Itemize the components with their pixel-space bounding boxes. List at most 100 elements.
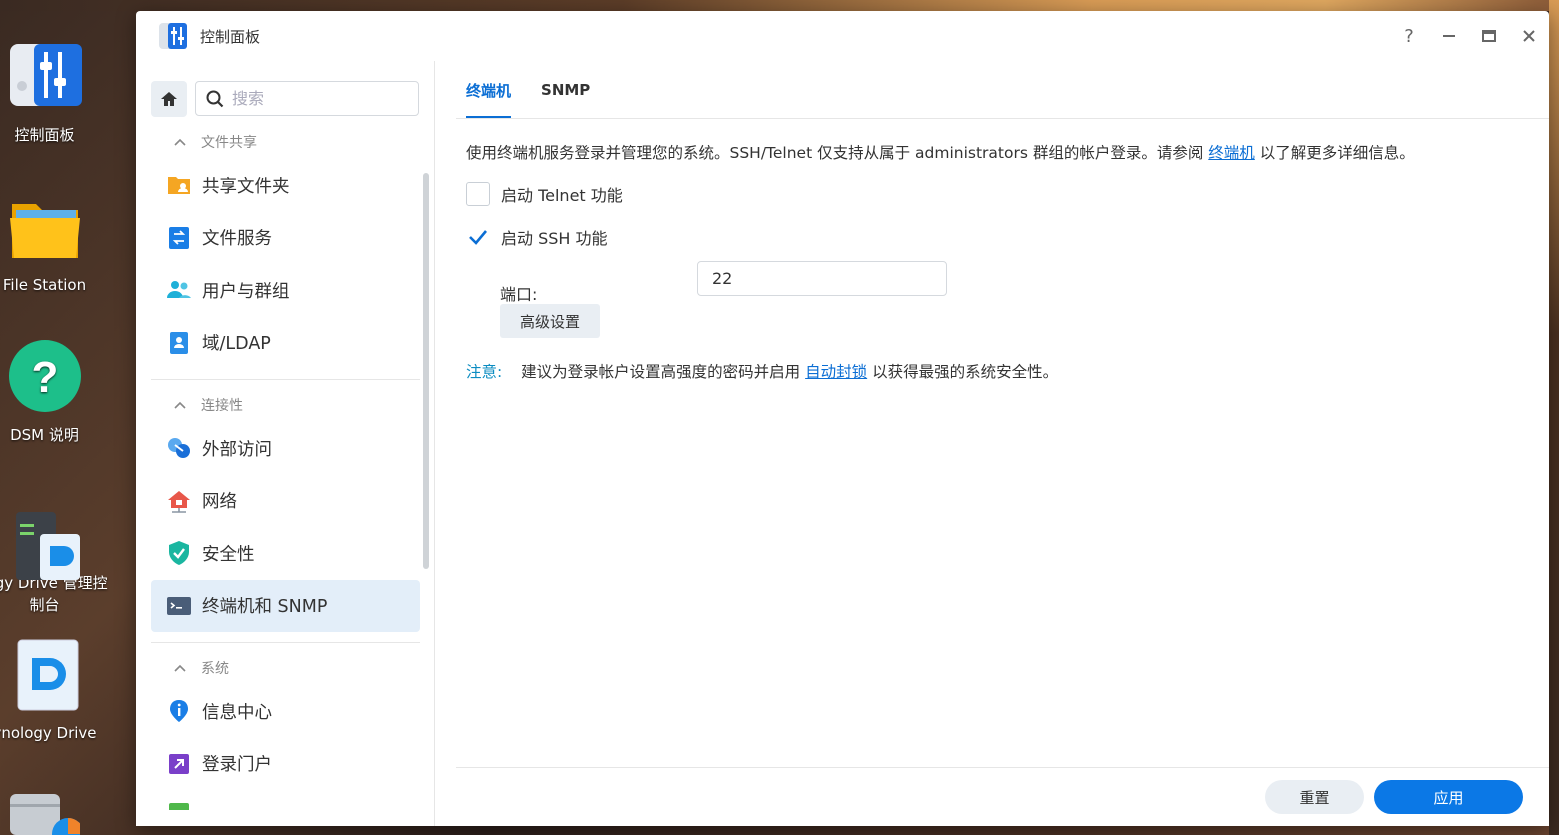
checkmark-icon [469,230,487,245]
chevron-up-icon [174,138,186,146]
control-panel-app-icon [6,40,84,118]
divider [151,642,420,643]
network-icon [166,488,192,514]
drive-admin-app-icon [6,488,84,580]
active-tab-indicator [466,116,511,118]
apply-button[interactable]: 应用 [1374,780,1523,814]
telnet-label: 启动 Telnet 功能 [501,186,623,205]
desktop-icon-file-station[interactable]: File Station [0,190,112,296]
divider [151,379,420,380]
ssh-option[interactable]: 启动 SSH 功能 [466,225,608,249]
help-app-icon: ? [6,340,84,418]
terminal-description: 使用终端机服务登录并管理您的系统。SSH/Telnet 仅支持从属于 admin… [466,141,1415,163]
desktop-wallpaper-top [0,0,1559,11]
control-panel-window: 控制面板 ? 搜索 文件共享 共享文件夹 文件服务 用户与群组 域/LDAP 连… [136,11,1549,826]
help-button[interactable]: ? [1389,11,1429,61]
login-portal-icon [166,751,192,777]
external-access-icon [166,435,192,461]
terminal-help-link[interactable]: 终端机 [1208,144,1255,162]
sidebar-item-info-center[interactable]: 信息中心 [151,685,420,738]
sidebar-item-network[interactable]: 网络 [151,475,420,528]
sidebar-item-label: 共享文件夹 [202,176,290,197]
desktop-icon-synology-drive[interactable]: ynology Drive [0,638,112,744]
sidebar-nav: 文件共享 共享文件夹 文件服务 用户与群组 域/LDAP 连接性 外部访问 网络… [151,125,420,810]
security-note: 注意: 建议为登录帐户设置高强度的密码并启用 自动封锁 以获得最强的系统安全性。 [466,360,1058,382]
sidebar-item-file-services[interactable]: 文件服务 [151,212,420,265]
desktop-icon-label: 控制面板 [14,126,75,144]
search-input[interactable] [232,89,402,108]
sidebar-scrollbar[interactable] [423,173,429,569]
minimize-button[interactable] [1429,11,1469,61]
minimize-icon [1443,35,1455,37]
maximize-button[interactable] [1469,11,1509,61]
tab-divider [456,118,1549,119]
desktop-icon-drive-admin[interactable]: logy Drive 管理控 制台 [0,488,112,616]
domain-icon [166,330,192,356]
section-title: 文件共享 [201,135,257,151]
port-label: 端口: [500,285,538,304]
desktop-icon-control-panel[interactable]: 控制面板 [0,40,112,146]
section-title: 系统 [201,661,229,677]
sidebar: 文件共享 共享文件夹 文件服务 用户与群组 [136,61,435,826]
advanced-settings-button[interactable]: 高级设置 [500,304,600,338]
regional-options-icon [166,800,192,810]
sidebar-item-terminal-snmp[interactable]: 终端机和 SNMP [151,579,420,632]
sidebar-item-label: 文件服务 [202,229,272,250]
chevron-up-icon [174,664,186,672]
ssh-checkbox[interactable] [466,225,490,249]
sidebar-item-external-access[interactable]: 外部访问 [151,422,420,475]
section-header-connectivity[interactable]: 连接性 [151,388,420,422]
users-icon [166,277,192,303]
section-header-file-sharing[interactable]: 文件共享 [151,125,420,159]
control-panel-icon [159,23,187,49]
port-input[interactable] [697,261,947,296]
sidebar-item-label: 安全性 [202,544,255,565]
close-button[interactable] [1509,11,1549,61]
sidebar-item-label: 外部访问 [202,439,272,460]
sidebar-item-domain-ldap[interactable]: 域/LDAP [151,317,420,370]
section-title: 连接性 [201,398,243,414]
database-icon [10,794,84,835]
description-text: 使用终端机服务登录并管理您的系统。SSH/Telnet 仅支持从属于 admin… [466,144,1204,162]
sidebar-item-users-groups[interactable]: 用户与群组 [151,264,420,317]
description-text-end: 以了解更多详细信息。 [1259,144,1415,162]
section-header-system[interactable]: 系统 [151,651,420,685]
sidebar-item-shared-folder[interactable]: 共享文件夹 [151,159,420,212]
telnet-checkbox[interactable] [466,182,490,206]
shared-folder-icon [166,172,192,198]
tab-snmp[interactable]: SNMP [541,61,590,119]
search-box[interactable] [195,81,419,116]
note-text: 建议为登录帐户设置高强度的密码并启用 [521,363,801,381]
chevron-up-icon [174,401,186,409]
window-titlebar[interactable]: 控制面板 ? [136,11,1549,61]
maximize-icon [1482,30,1496,42]
reset-button[interactable]: 重置 [1265,780,1364,814]
sidebar-item-security[interactable]: 安全性 [151,527,420,580]
shield-icon [166,540,192,566]
sidebar-item-login-portal[interactable]: 登录门户 [151,738,420,791]
synology-drive-app-icon [6,638,84,716]
tab-bar: 终端机 SNMP [466,61,620,119]
sidebar-item-partial[interactable] [151,790,420,810]
desktop-icon-label: DSM 说明 [10,426,79,444]
desktop-icon-label: File Station [2,276,87,294]
footer-divider [456,767,1549,768]
terminal-icon [166,593,192,619]
note-text-end: 以获得最强的系统安全性。 [872,363,1059,381]
sidebar-item-label: 域/LDAP [202,334,271,355]
desktop-icon-label: ynology Drive [0,724,97,742]
sidebar-item-label: 网络 [202,492,237,513]
desktop-wallpaper-right [1549,0,1559,835]
sidebar-item-label: 用户与群组 [202,281,290,302]
search-icon [206,90,224,107]
note-label: 注意: [466,363,503,381]
telnet-option[interactable]: 启动 Telnet 功能 [466,182,623,206]
home-button[interactable] [151,81,187,117]
desktop-icon-dsm-help[interactable]: ? DSM 说明 [0,340,112,446]
svg-text:?: ? [31,353,58,402]
auto-block-link[interactable]: 自动封锁 [805,363,867,381]
desktop-icon-storage-partial[interactable] [8,790,84,835]
tab-terminal[interactable]: 终端机 [466,61,511,119]
sidebar-item-label: 终端机和 SNMP [202,597,328,618]
info-icon [166,698,192,724]
